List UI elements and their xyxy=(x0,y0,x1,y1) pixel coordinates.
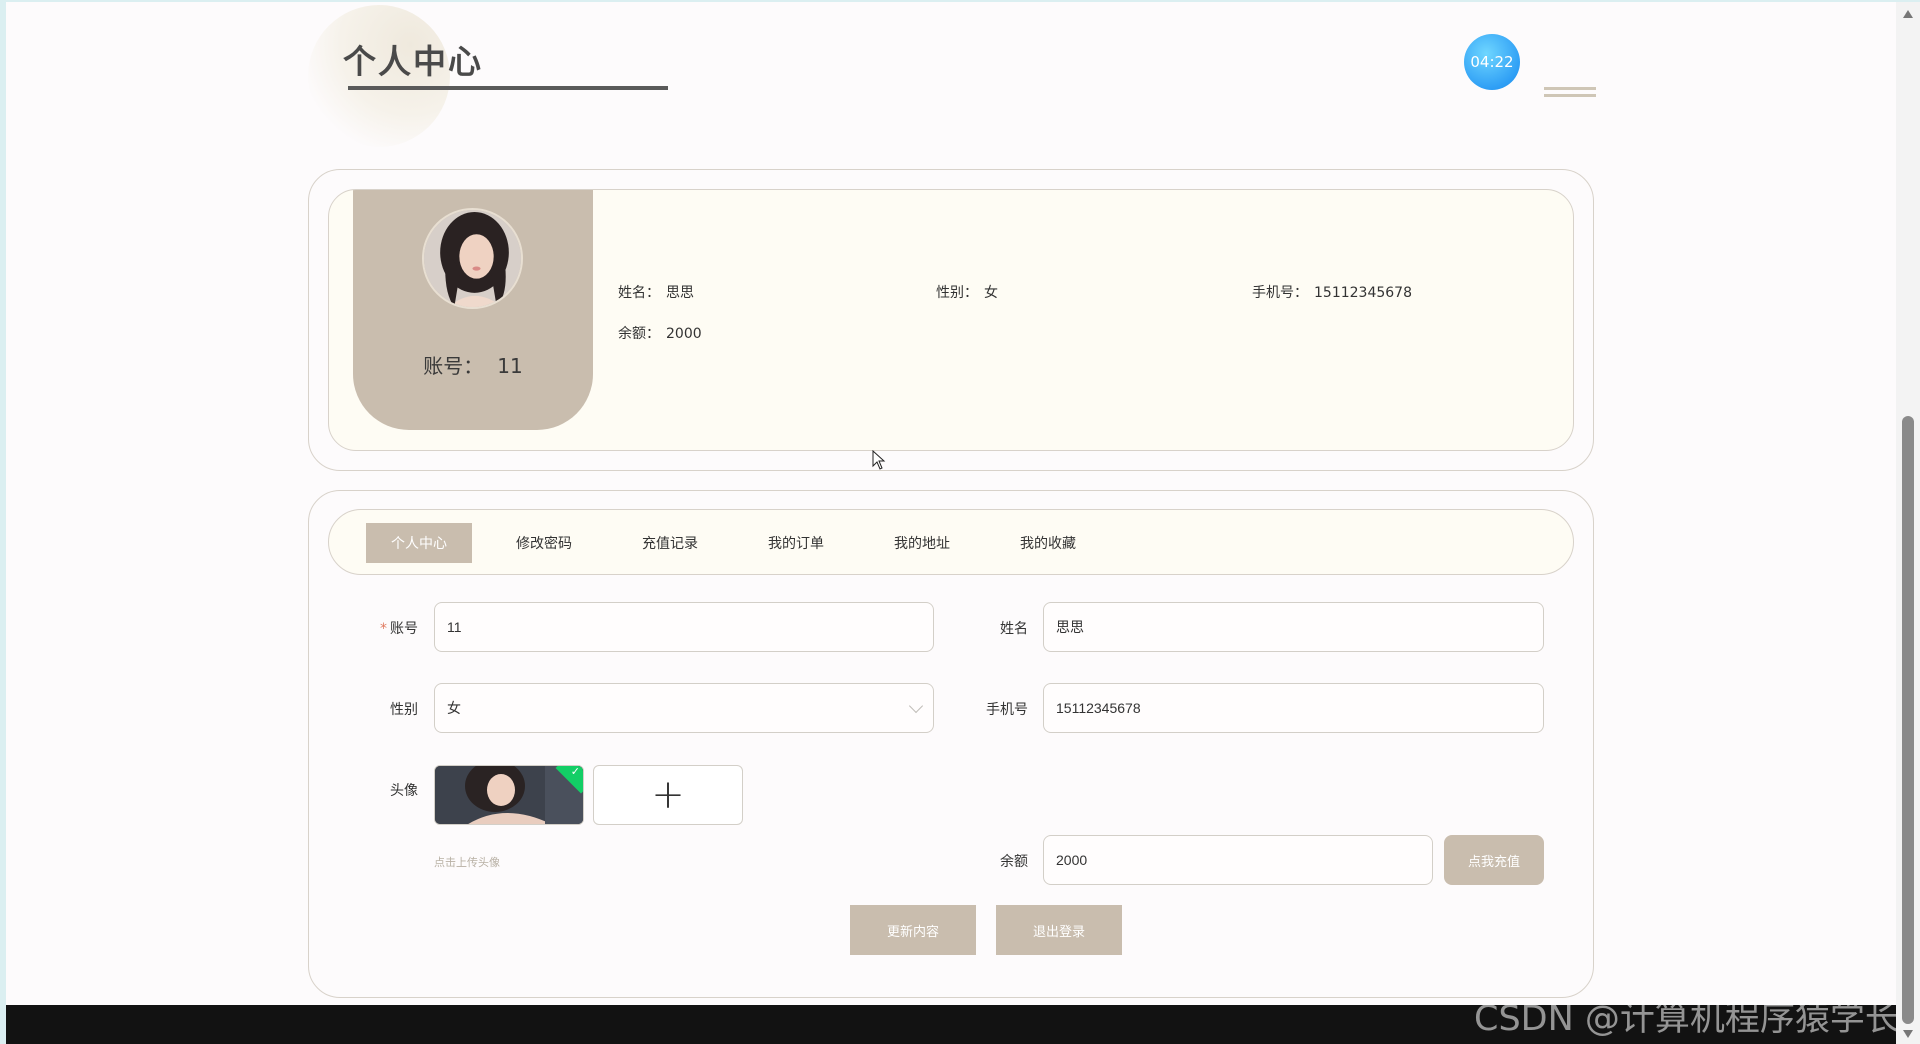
phone-field[interactable]: 15112345678 xyxy=(1043,683,1544,733)
upload-tip: 点击上传头像 xyxy=(434,856,500,869)
account-field[interactable]: 11 xyxy=(434,602,934,652)
gender-select[interactable]: 女 xyxy=(434,683,934,733)
mouse-cursor-icon xyxy=(872,450,886,470)
clock-timer: 04:22 xyxy=(1464,34,1520,90)
page-title: 个人中心 xyxy=(343,42,483,81)
balance-field[interactable]: 2000 xyxy=(1043,835,1433,885)
avatar xyxy=(422,208,523,309)
account-field-label: * 账号 xyxy=(380,621,418,637)
profile-card-inner: 账号： 11 xyxy=(328,189,1574,451)
watermark: CSDN @计算机程序猿学长 xyxy=(1474,999,1900,1039)
chevron-down-icon xyxy=(908,698,924,714)
tab-profile[interactable]: 个人中心 xyxy=(366,523,472,563)
avatar-thumbnail[interactable]: ✓ xyxy=(434,765,584,825)
avatar-field-label: 头像 xyxy=(390,783,418,799)
scrollbar[interactable] xyxy=(1896,2,1920,1044)
phone-field-label: 手机号 xyxy=(986,702,1028,718)
tab-my-favorites[interactable]: 我的收藏 xyxy=(995,523,1101,563)
account-display: 账号： 11 xyxy=(423,354,523,378)
menu-icon[interactable] xyxy=(1544,87,1596,107)
tab-recharge-records[interactable]: 充值记录 xyxy=(617,523,723,563)
scroll-down-icon[interactable] xyxy=(1903,1030,1913,1038)
scroll-thumb[interactable] xyxy=(1902,416,1914,1024)
gender-field-label: 性别 xyxy=(390,702,418,718)
recharge-button[interactable]: 点我充值 xyxy=(1444,835,1544,885)
profile-balance: 余额： 2000 xyxy=(618,326,702,342)
page-viewport: 个人中心 04:22 账号： 11 姓名： 思思 性别： 女 手机号： 1511… xyxy=(6,2,1896,1005)
tab-bar: 个人中心 修改密码 充值记录 我的订单 我的地址 我的收藏 xyxy=(328,509,1574,575)
balance-field-label: 余额 xyxy=(1000,854,1028,870)
name-field[interactable]: 思思 xyxy=(1043,602,1544,652)
name-field-label: 姓名 xyxy=(1000,621,1028,637)
upload-avatar-button[interactable]: + xyxy=(593,765,743,825)
tab-my-addresses[interactable]: 我的地址 xyxy=(869,523,975,563)
scroll-up-icon[interactable] xyxy=(1903,10,1913,18)
title-underline xyxy=(348,86,668,90)
tab-change-password[interactable]: 修改密码 xyxy=(491,523,597,563)
update-button[interactable]: 更新内容 xyxy=(850,905,976,955)
check-icon: ✓ xyxy=(570,765,580,778)
logout-button[interactable]: 退出登录 xyxy=(996,905,1122,955)
profile-gender: 性别：女 xyxy=(936,285,998,301)
tab-my-orders[interactable]: 我的订单 xyxy=(743,523,849,563)
profile-name: 姓名： 思思 xyxy=(618,285,694,301)
avatar-panel: 账号： 11 xyxy=(353,190,593,430)
profile-phone: 手机号： 15112345678 xyxy=(1252,285,1412,301)
